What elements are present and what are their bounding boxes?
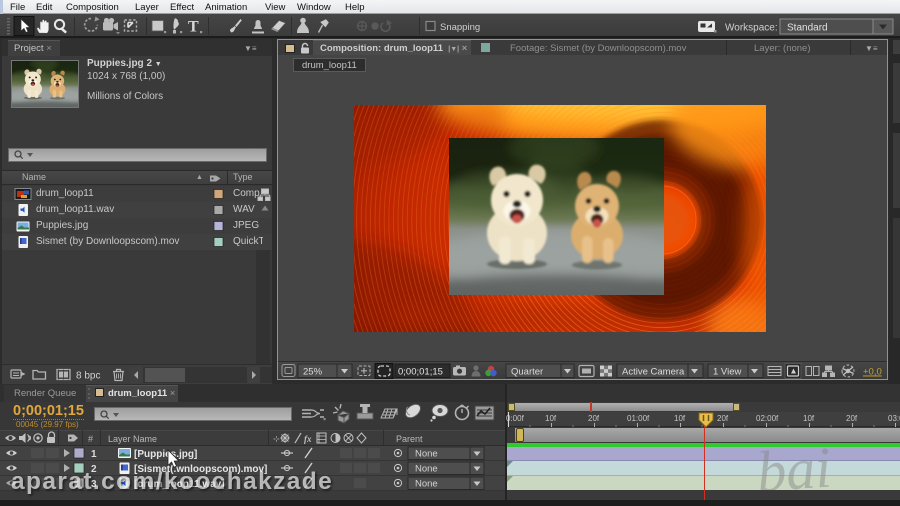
svg-text:10f: 10f (803, 414, 815, 423)
svg-text:[Puppies.jpg]: [Puppies.jpg] (134, 449, 197, 460)
svg-text:20f: 20f (717, 414, 729, 423)
svg-text:10f: 10f (674, 414, 686, 423)
svg-text:#: # (88, 434, 93, 444)
svg-text:fx: fx (304, 434, 312, 444)
svg-text:Quarter: Quarter (511, 367, 543, 378)
svg-text:T: T (188, 19, 199, 36)
svg-text:Standard: Standard (787, 23, 828, 34)
svg-text:None: None (415, 449, 438, 460)
svg-text:20f: 20f (846, 414, 858, 423)
svg-text:Active Camera: Active Camera (622, 367, 685, 378)
svg-text:Snapping: Snapping (440, 22, 480, 33)
svg-text:02:00f: 02:00f (756, 414, 779, 423)
svg-text:⊹: ⊹ (273, 435, 280, 444)
svg-text:Parent: Parent (396, 434, 423, 444)
svg-text:10f: 10f (545, 414, 557, 423)
svg-text:Workspace:: Workspace: (725, 23, 778, 34)
svg-text:03:0: 03:0 (888, 414, 900, 423)
svg-text:Layer Name: Layer Name (108, 434, 157, 444)
svg-text:+0,0: +0,0 (863, 367, 882, 378)
svg-text:1: 1 (91, 449, 97, 460)
svg-text:0;00;01;15: 0;00;01;15 (398, 367, 443, 378)
svg-text:01:00f: 01:00f (627, 414, 650, 423)
svg-text:1 View: 1 View (713, 367, 741, 378)
svg-text:25%: 25% (303, 367, 323, 378)
svg-text:8 bpc: 8 bpc (76, 371, 100, 382)
svg-text:20f: 20f (588, 414, 600, 423)
